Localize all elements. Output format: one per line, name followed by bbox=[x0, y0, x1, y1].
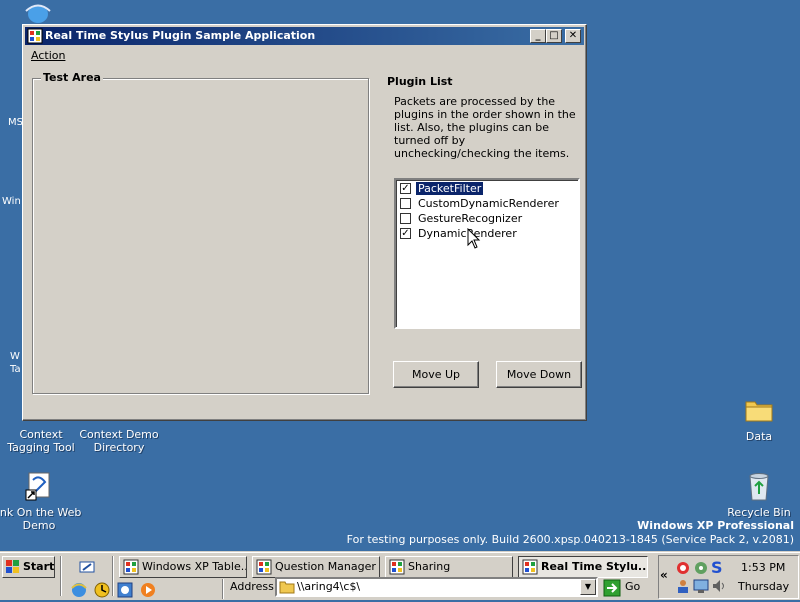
quicklaunch-show-desktop-icon[interactable] bbox=[78, 558, 96, 576]
checkbox-unchecked[interactable] bbox=[400, 198, 411, 209]
desktop-icon-label: Context Demo Directory bbox=[79, 428, 159, 454]
shortcut-icon bbox=[23, 470, 55, 502]
desktop-icon-label: Ink On the Web Demo bbox=[0, 506, 82, 532]
ie-quicklaunch-icon[interactable] bbox=[70, 581, 88, 599]
desktop-icon-label: Context Tagging Tool bbox=[7, 428, 75, 454]
plugin-item-gesturerecognizer[interactable]: GestureRecognizer bbox=[397, 211, 577, 226]
checkbox-unchecked[interactable] bbox=[400, 213, 411, 224]
recycle-bin-icon bbox=[743, 470, 775, 502]
plugin-checked-list[interactable]: ✓ PacketFilter CustomDynamicRenderer Ges… bbox=[394, 178, 580, 329]
chevron-down-icon: ▼ bbox=[584, 582, 592, 591]
task-real-time-stylus[interactable]: Real Time Stylu... bbox=[518, 556, 648, 578]
desktop-icon-data[interactable]: Data bbox=[716, 394, 800, 443]
tray-monitor-icon[interactable] bbox=[693, 578, 709, 597]
plugin-item-dynamicrenderer[interactable]: ✓ DynamicRenderer bbox=[397, 226, 577, 241]
taskbar-separator bbox=[112, 556, 114, 596]
address-dropdown-button[interactable]: ▼ bbox=[580, 579, 596, 595]
maximize-button[interactable]: □ bbox=[546, 29, 562, 43]
settings-quicklaunch-icon[interactable] bbox=[116, 581, 134, 599]
clock-time[interactable]: 1:53 PM bbox=[741, 561, 785, 574]
plugin-list-description: Packets are processed by the plugins in … bbox=[394, 95, 576, 160]
app-icon bbox=[256, 559, 272, 575]
checkbox-checked[interactable]: ✓ bbox=[400, 228, 411, 239]
address-input[interactable]: \\aring4\c$\ bbox=[275, 577, 598, 597]
desktop-icon-label: Recycle Bin bbox=[727, 506, 791, 519]
checkbox-checked[interactable]: ✓ bbox=[400, 183, 411, 194]
tray-skype-icon[interactable]: S bbox=[711, 558, 723, 577]
move-down-button[interactable]: Move Down bbox=[496, 361, 582, 388]
desktop-icon-recycle-bin[interactable]: Recycle Bin bbox=[716, 470, 800, 519]
menu-bar: Action bbox=[25, 47, 584, 65]
clock-day: Thursday bbox=[738, 580, 790, 593]
folder-icon bbox=[743, 394, 775, 426]
window-title: Real Time Stylus Plugin Sample Applicati… bbox=[45, 29, 316, 42]
task-label: Real Time Stylu... bbox=[541, 560, 648, 573]
plugin-item-label: PacketFilter bbox=[414, 181, 485, 196]
plugin-list-title: Plugin List bbox=[387, 75, 453, 88]
desktop-icon-label: Data bbox=[745, 430, 773, 443]
folder-icon bbox=[279, 580, 295, 594]
go-button[interactable]: Go bbox=[603, 579, 640, 597]
task-label: Windows XP Table... bbox=[142, 560, 247, 573]
menu-action[interactable]: Action bbox=[31, 49, 65, 62]
test-area[interactable] bbox=[32, 78, 369, 394]
desktop-icon-partial-label: MS bbox=[8, 117, 23, 128]
start-label: Start bbox=[23, 560, 55, 573]
maximize-icon: □ bbox=[549, 30, 559, 41]
windows-logo-icon bbox=[6, 560, 20, 574]
test-area-label: Test Area bbox=[41, 71, 103, 84]
desktop-icon-partial-label: W bbox=[10, 351, 20, 362]
close-button[interactable]: ✕ bbox=[565, 29, 581, 43]
tray-settings-icon[interactable] bbox=[693, 560, 709, 579]
media-player-quicklaunch-icon[interactable] bbox=[139, 581, 157, 599]
task-label: Sharing bbox=[408, 560, 451, 573]
task-windows-xp-table[interactable]: Windows XP Table... bbox=[119, 556, 247, 578]
os-build-watermark: For testing purposes only. Build 2600.xp… bbox=[346, 533, 794, 546]
desktop-icon-ink-on-the-web-demo[interactable]: Ink On the Web Demo bbox=[0, 470, 82, 532]
app-icon bbox=[389, 559, 405, 575]
ie-desktop-icon[interactable] bbox=[24, 2, 52, 24]
desktop-icon-context-demo-directory[interactable]: Context Demo Directory bbox=[76, 428, 162, 454]
address-value: \\aring4\c$\ bbox=[297, 580, 361, 593]
task-sharing[interactable]: Sharing bbox=[385, 556, 513, 578]
address-label: Address bbox=[230, 580, 274, 593]
plugin-item-label: GestureRecognizer bbox=[418, 212, 523, 225]
tray-user-icon[interactable] bbox=[675, 578, 691, 597]
app-icon bbox=[522, 559, 538, 575]
task-question-manager[interactable]: Question Manager bbox=[252, 556, 380, 578]
app-icon bbox=[27, 28, 43, 44]
plugin-item-packetfilter[interactable]: ✓ PacketFilter bbox=[397, 181, 577, 196]
go-label: Go bbox=[625, 580, 641, 593]
desktop-icon-context-tagging-tool[interactable]: Context Tagging Tool bbox=[0, 428, 84, 454]
app-window: Real Time Stylus Plugin Sample Applicati… bbox=[22, 24, 587, 421]
move-up-button[interactable]: Move Up bbox=[393, 361, 479, 388]
close-icon: ✕ bbox=[568, 30, 578, 41]
tray-expand-icon[interactable]: « bbox=[660, 568, 668, 582]
mouse-cursor-icon bbox=[467, 227, 481, 250]
taskbar-separator bbox=[222, 579, 224, 599]
minimize-icon: _ bbox=[535, 30, 541, 41]
ie-icon bbox=[25, 4, 51, 23]
desktop-icon-partial-label: Ta bbox=[10, 364, 21, 375]
desktop-icon-partial-label: Win bbox=[2, 196, 21, 207]
tray-network-icon[interactable] bbox=[675, 560, 691, 579]
window-titlebar[interactable]: Real Time Stylus Plugin Sample Applicati… bbox=[25, 27, 584, 45]
os-edition-watermark: Windows XP Professional bbox=[637, 519, 794, 532]
go-arrow-icon bbox=[603, 579, 621, 597]
taskbar-separator bbox=[60, 556, 62, 596]
plugin-item-customdynamicrenderer[interactable]: CustomDynamicRenderer bbox=[397, 196, 577, 211]
start-button[interactable]: Start bbox=[2, 556, 55, 578]
plugin-item-label: CustomDynamicRenderer bbox=[418, 197, 559, 210]
app-icon bbox=[123, 559, 139, 575]
outlook-quicklaunch-icon[interactable] bbox=[93, 581, 111, 599]
tray-volume-icon[interactable] bbox=[711, 578, 727, 597]
minimize-button[interactable]: _ bbox=[530, 29, 546, 43]
task-label: Question Manager bbox=[275, 560, 376, 573]
